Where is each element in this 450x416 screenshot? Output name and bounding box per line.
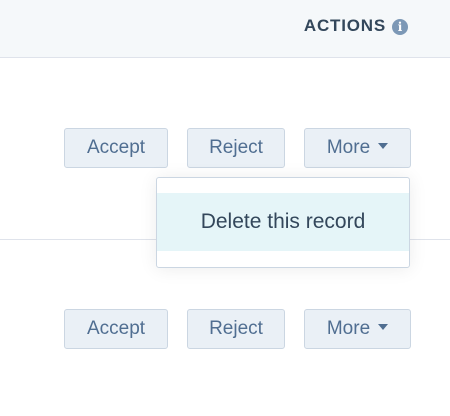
accept-button[interactable]: Accept: [64, 128, 168, 168]
delete-record-menu-item[interactable]: Delete this record: [157, 193, 409, 251]
more-actions-dropdown: Delete this record: [156, 177, 410, 268]
more-button[interactable]: More: [304, 128, 411, 168]
more-button[interactable]: More: [304, 309, 411, 349]
more-button-label: More: [326, 318, 371, 339]
accept-button[interactable]: Accept: [64, 309, 168, 349]
actions-header-title: ACTIONS: [303, 16, 386, 35]
info-icon[interactable]: i: [392, 19, 408, 35]
actions-column-header: ACTIONS i: [0, 0, 450, 58]
reject-button[interactable]: Reject: [187, 309, 285, 349]
caret-down-icon: [378, 143, 389, 150]
caret-down-icon: [378, 324, 389, 331]
more-button-label: More: [326, 137, 371, 158]
reject-button[interactable]: Reject: [187, 128, 285, 168]
